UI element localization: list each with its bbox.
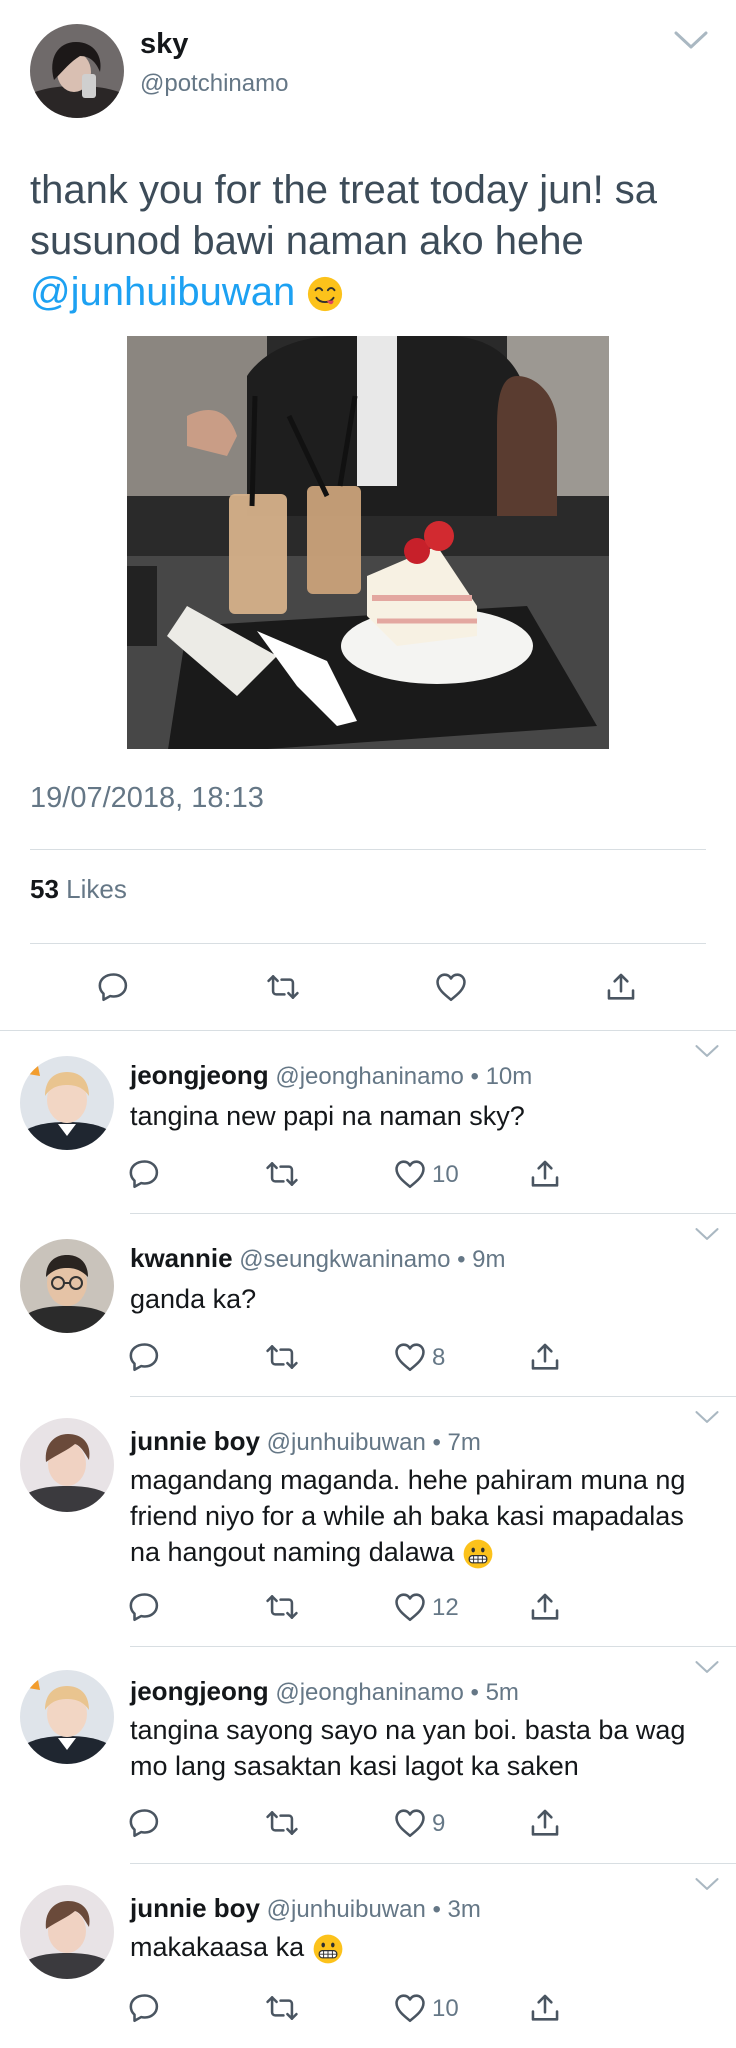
like-count: 12: [432, 1594, 459, 1621]
reply-icon[interactable]: [127, 1590, 161, 1624]
chevron-down-icon[interactable]: [693, 1227, 721, 1241]
avatar[interactable]: [30, 24, 124, 118]
reply-text-body: makakaasa ka: [130, 1932, 305, 1962]
retweet-icon[interactable]: [265, 1991, 299, 2025]
reply-header: junnie boy @junhuibuwan • 3m: [130, 1893, 481, 1924]
reply-author-name[interactable]: kwannie: [130, 1243, 233, 1273]
share-icon[interactable]: [528, 1991, 562, 2025]
reply-tweet[interactable]: kwannie @seungkwaninamo • 9m ganda ka? 8: [0, 1213, 736, 1396]
divider: [30, 849, 706, 850]
avatar[interactable]: [20, 1056, 114, 1150]
tweet-text: thank you for the treat today jun! sa su…: [30, 165, 710, 318]
retweet-icon[interactable]: [266, 970, 300, 1004]
reply-author-name[interactable]: jeongjeong: [130, 1060, 269, 1090]
like-count: 10: [432, 1995, 459, 2022]
likes-summary[interactable]: 53 Likes: [30, 874, 127, 905]
author-name[interactable]: sky: [140, 28, 188, 61]
reply-author-name[interactable]: junnie boy: [130, 1893, 260, 1923]
heart-icon[interactable]: [393, 1991, 427, 2025]
reply-tweet[interactable]: jeongjeong @jeonghaninamo • 10m tangina …: [0, 1030, 736, 1213]
reply-icon[interactable]: [127, 1991, 161, 2025]
reply-author-name[interactable]: jeongjeong: [130, 1676, 269, 1706]
reply-text: tangina sayong sayo na yan boi. basta ba…: [130, 1715, 686, 1781]
avatar[interactable]: [20, 1670, 114, 1764]
retweet-icon[interactable]: [265, 1590, 299, 1624]
chevron-down-icon[interactable]: [693, 1044, 721, 1058]
tweet-photo[interactable]: [127, 336, 609, 749]
reply-tweet[interactable]: junnie boy @junhuibuwan • 7m magandang m…: [0, 1396, 736, 1646]
reply-icon[interactable]: [127, 1806, 161, 1840]
reply-header: kwannie @seungkwaninamo • 9m: [130, 1243, 506, 1274]
reply-tweet[interactable]: junnie boy @junhuibuwan • 3m makakaasa k…: [0, 1863, 736, 2048]
heart-icon[interactable]: [434, 970, 468, 1004]
share-icon[interactable]: [528, 1806, 562, 1840]
reply-author-meta[interactable]: @junhuibuwan • 3m: [267, 1896, 481, 1923]
reply-author-meta[interactable]: @jeonghaninamo • 5m: [275, 1679, 519, 1706]
reply-text: tangina new papi na naman sky?: [130, 1101, 525, 1131]
reply-text-body: magandang maganda. hehe pahiram muna ng …: [130, 1465, 686, 1567]
reply-author-name[interactable]: junnie boy: [130, 1426, 260, 1456]
retweet-icon[interactable]: [265, 1340, 299, 1374]
tweet-timestamp: 19/07/2018, 18:13: [30, 782, 264, 814]
reply-icon[interactable]: [127, 1157, 161, 1191]
chevron-down-icon[interactable]: [693, 1877, 721, 1891]
like-count: 8: [432, 1344, 446, 1371]
tweet-body: thank you for the treat today jun! sa su…: [30, 168, 658, 263]
heart-icon[interactable]: [393, 1590, 427, 1624]
author-handle[interactable]: @potchinamo: [140, 70, 288, 98]
share-icon[interactable]: [528, 1157, 562, 1191]
reply-text: makakaasa ka: [130, 1929, 720, 1965]
like-count: 9: [432, 1810, 446, 1837]
avatar[interactable]: [20, 1885, 114, 1979]
chevron-down-icon[interactable]: [693, 1660, 721, 1674]
reply-header: jeongjeong @jeonghaninamo • 5m: [130, 1676, 519, 1707]
retweet-icon[interactable]: [265, 1806, 299, 1840]
heart-icon[interactable]: [393, 1806, 427, 1840]
heart-icon[interactable]: [393, 1340, 427, 1374]
reply-author-meta[interactable]: @seungkwaninamo • 9m: [239, 1246, 505, 1273]
reply-icon[interactable]: [127, 1340, 161, 1374]
main-tweet: sky @potchinamo thank you for the treat …: [0, 0, 736, 1030]
retweet-icon[interactable]: [265, 1157, 299, 1191]
avatar[interactable]: [20, 1239, 114, 1333]
share-icon[interactable]: [604, 970, 638, 1004]
reply-text: magandang maganda. hehe pahiram muna ng …: [130, 1462, 715, 1570]
chevron-down-icon[interactable]: [693, 1410, 721, 1424]
avatar[interactable]: [20, 1418, 114, 1512]
reply-tweet[interactable]: jeongjeong @jeonghaninamo • 5m tangina s…: [0, 1646, 736, 1863]
reply-header: jeongjeong @jeonghaninamo • 10m: [130, 1060, 532, 1091]
reply-icon[interactable]: [96, 970, 130, 1004]
mention-link[interactable]: @junhuibuwan: [30, 270, 295, 314]
reply-text: ganda ka?: [130, 1284, 257, 1314]
share-icon[interactable]: [528, 1590, 562, 1624]
likes-count: 53: [30, 874, 59, 904]
grimace-emoji: [312, 1933, 344, 1965]
share-icon[interactable]: [528, 1340, 562, 1374]
grimace-emoji: [462, 1538, 494, 1570]
divider: [30, 943, 706, 944]
likes-label: Likes: [66, 874, 127, 904]
heart-icon[interactable]: [393, 1157, 427, 1191]
reply-header: junnie boy @junhuibuwan • 7m: [130, 1426, 481, 1457]
like-count: 10: [432, 1161, 459, 1188]
reply-author-meta[interactable]: @jeonghaninamo • 10m: [275, 1063, 532, 1090]
yummy-face-emoji: [308, 277, 343, 312]
reply-author-meta[interactable]: @junhuibuwan • 7m: [267, 1429, 481, 1456]
chevron-down-icon[interactable]: [674, 30, 708, 50]
